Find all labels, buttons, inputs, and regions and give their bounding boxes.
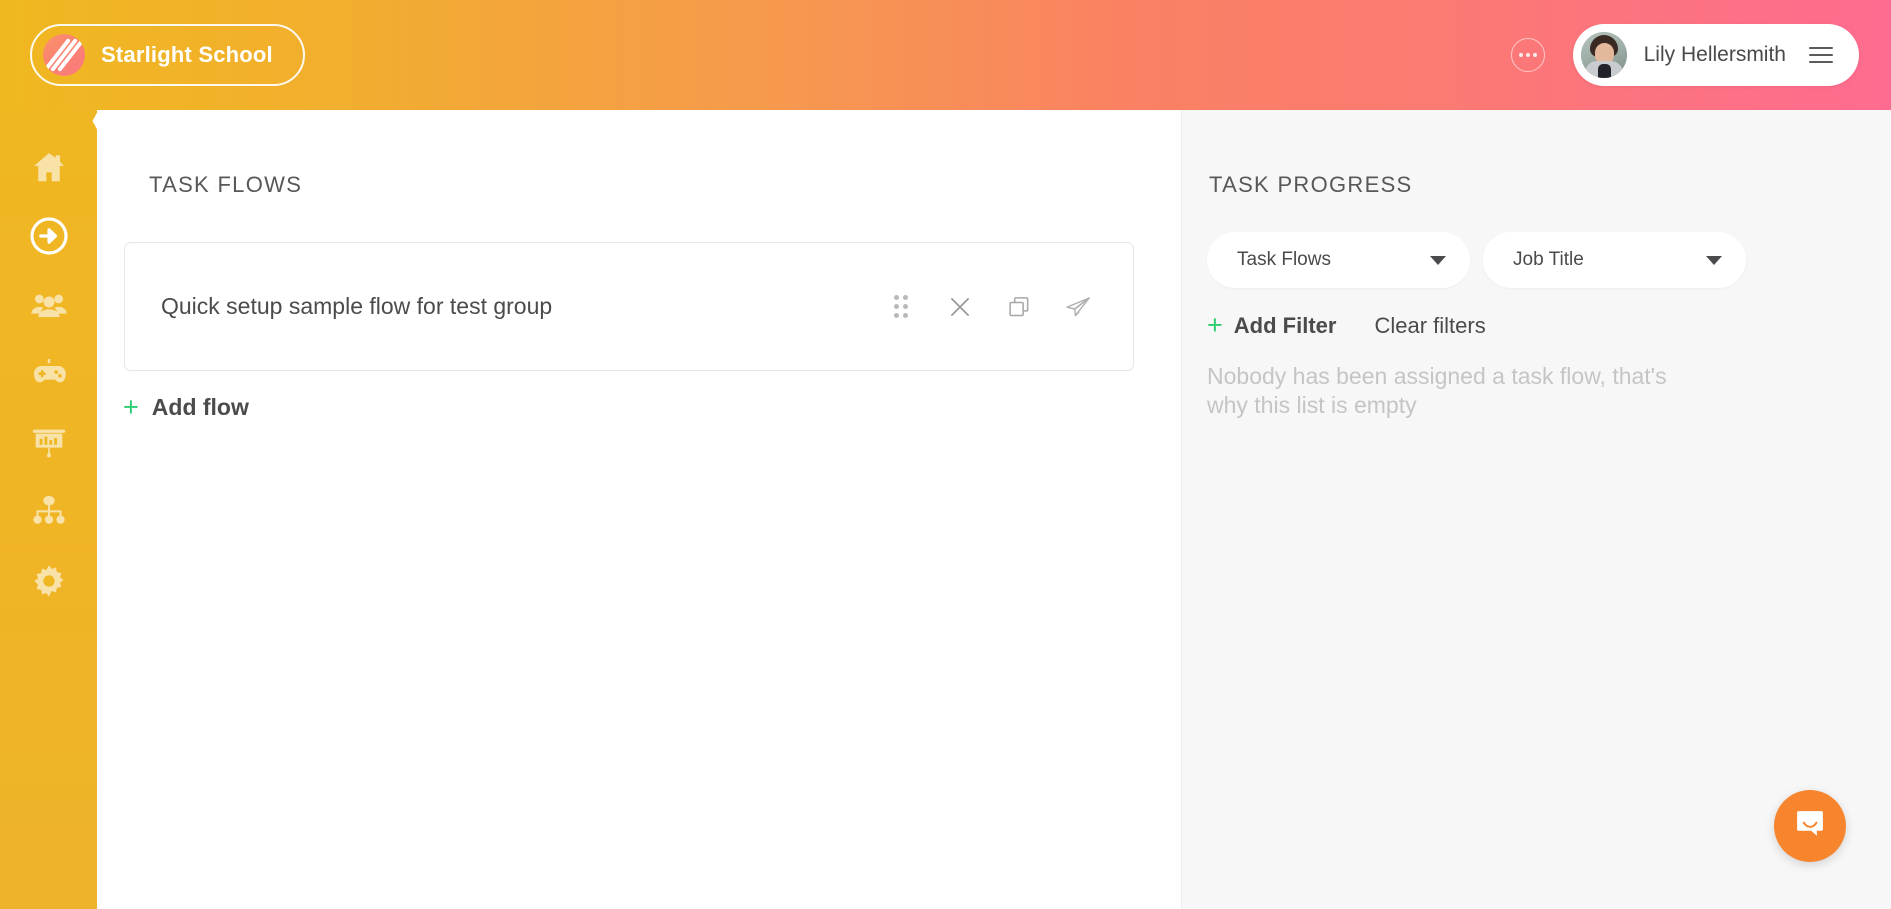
user-name: Lily Hellersmith <box>1643 43 1786 66</box>
home-icon <box>30 148 68 186</box>
hamburger-menu-icon[interactable] <box>1809 47 1833 63</box>
add-filter-label: Add Filter <box>1233 312 1337 338</box>
users-group-icon <box>29 285 69 325</box>
task-flow-actions <box>886 292 1093 322</box>
filters-row: Task Flows Job Title <box>1207 232 1746 288</box>
task-flow-card[interactable]: Quick setup sample flow for test group <box>124 242 1134 371</box>
job-title-filter-dropdown[interactable]: Job Title <box>1483 232 1746 288</box>
chevron-down-icon <box>1430 255 1446 265</box>
org-chart-icon <box>29 492 69 532</box>
task-progress-title: TASK PROGRESS <box>1209 172 1413 197</box>
avatar <box>1580 32 1627 78</box>
task-flows-title: TASK FLOWS <box>149 172 303 197</box>
chevron-down-icon <box>1706 255 1722 265</box>
paper-plane-icon[interactable] <box>1063 292 1093 322</box>
top-bar: Starlight School Lily Hellersmith <box>0 0 1891 110</box>
sidebar-item-games[interactable] <box>0 339 97 408</box>
sidebar-item-home[interactable] <box>0 132 97 201</box>
add-flow-button[interactable]: + Add flow <box>123 394 249 421</box>
add-flow-label: Add flow <box>151 394 249 420</box>
sidebar-item-reports[interactable] <box>0 408 97 477</box>
task-flows-filter-label: Task Flows <box>1237 249 1331 270</box>
ellipsis-icon[interactable] <box>1510 38 1545 72</box>
drag-handle-icon[interactable] <box>886 292 916 322</box>
task-progress-panel: TASK PROGRESS Task Flows Job Title + Add… <box>1182 110 1891 909</box>
diagonal-stripes-logo-icon <box>43 34 85 76</box>
clear-filters-button[interactable]: Clear filters <box>1374 313 1485 339</box>
gamepad-icon <box>28 353 70 395</box>
empty-state-message: Nobody has been assigned a task flow, th… <box>1207 363 1667 418</box>
sidebar-item-organization[interactable] <box>0 477 97 546</box>
job-title-filter-label: Job Title <box>1513 249 1584 270</box>
sidebar <box>0 110 97 909</box>
task-flows-filter-dropdown[interactable]: Task Flows <box>1207 232 1470 288</box>
user-menu-button[interactable]: Lily Hellersmith <box>1572 24 1859 86</box>
add-filter-button[interactable]: + Add Filter <box>1207 312 1336 339</box>
sidebar-item-settings[interactable] <box>0 546 97 615</box>
top-bar-right: Lily Hellersmith <box>1510 24 1891 86</box>
arrow-right-circle-icon <box>29 216 69 256</box>
brand-button[interactable]: Starlight School <box>30 24 305 86</box>
brand-name: Starlight School <box>101 42 273 67</box>
chat-bubble-icon <box>1792 806 1828 847</box>
gear-icon <box>29 561 69 601</box>
plus-icon: + <box>1207 310 1223 340</box>
close-x-icon[interactable] <box>945 292 975 322</box>
chat-launcher-button[interactable] <box>1774 790 1846 862</box>
presentation-chart-icon <box>29 423 69 463</box>
task-flow-name: Quick setup sample flow for test group <box>161 293 553 319</box>
plus-icon: + <box>123 392 139 422</box>
filter-actions: + Add Filter Clear filters <box>1207 312 1486 339</box>
task-flows-panel: TASK FLOWS Quick setup sample flow for t… <box>97 110 1182 909</box>
sidebar-item-task-flows[interactable] <box>0 201 97 270</box>
copy-icon[interactable] <box>1004 292 1034 322</box>
sidebar-item-people[interactable] <box>0 270 97 339</box>
